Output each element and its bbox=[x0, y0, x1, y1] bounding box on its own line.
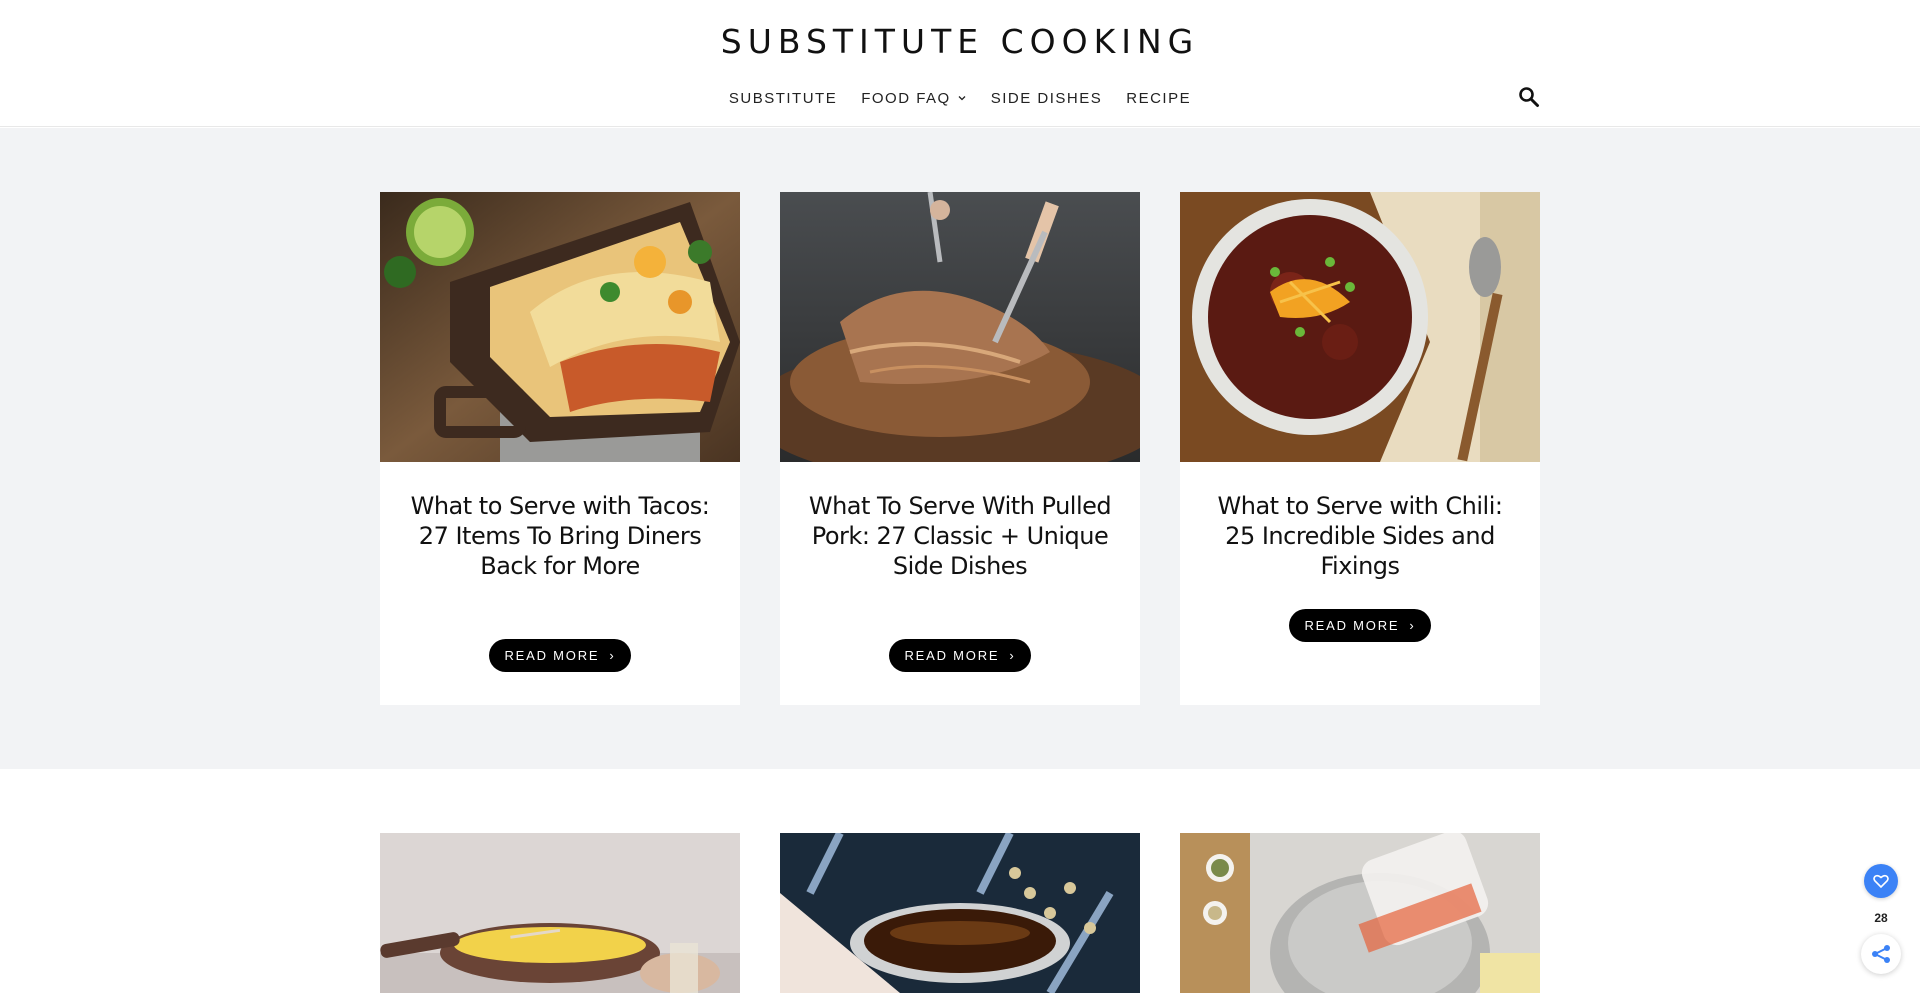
post-thumbnail-fondue[interactable] bbox=[380, 833, 740, 993]
read-more-button[interactable]: READ MORE › bbox=[489, 639, 631, 672]
share-icon bbox=[1872, 945, 1890, 963]
post-thumbnail-soy-sauce[interactable] bbox=[780, 833, 1140, 993]
nav-item-recipe[interactable]: RECIPE bbox=[1126, 88, 1191, 108]
pulled-pork-image bbox=[780, 192, 1140, 462]
nav-item-label: SUBSTITUTE bbox=[728, 89, 838, 107]
site-title[interactable]: SUBSTITUTE COOKING bbox=[0, 22, 1920, 61]
nav-item-label: SIDE DISHES bbox=[990, 89, 1103, 107]
fondue-image bbox=[380, 833, 740, 993]
share-button[interactable] bbox=[1861, 934, 1901, 974]
heart-icon bbox=[1873, 874, 1889, 889]
nav-item-food-faq[interactable]: FOOD FAQ bbox=[861, 88, 967, 108]
read-more-label: READ MORE bbox=[1304, 618, 1400, 633]
share-count: 28 bbox=[1874, 911, 1888, 925]
post-card: What to Serve with Tacos: 27 Items To Br… bbox=[380, 192, 740, 705]
chevron-right-icon: › bbox=[1409, 618, 1416, 633]
chevron-down-icon bbox=[958, 96, 966, 101]
soy-sauce-image bbox=[780, 833, 1140, 993]
post-title[interactable]: What To Serve With Pulled Pork: 27 Class… bbox=[800, 491, 1120, 581]
site-header: SUBSTITUTE COOKING SUBSTITUTE FOOD FAQ S… bbox=[0, 0, 1920, 127]
search-icon[interactable] bbox=[1518, 86, 1540, 108]
chili-image bbox=[1180, 192, 1540, 462]
post-thumbnail-pulled-pork[interactable] bbox=[780, 192, 1140, 462]
main-nav: SUBSTITUTE FOOD FAQ SIDE DISHES RECIPE bbox=[0, 88, 1920, 108]
post-thumbnail-chili[interactable] bbox=[1180, 192, 1540, 462]
post-card: What to Serve with Chili: 25 Incredible … bbox=[1180, 192, 1540, 705]
chevron-right-icon: › bbox=[1009, 648, 1016, 663]
read-more-button[interactable]: READ MORE › bbox=[1289, 609, 1431, 642]
nav-item-label: RECIPE bbox=[1126, 89, 1192, 107]
chevron-right-icon: › bbox=[609, 648, 616, 663]
nav-item-side-dishes[interactable]: SIDE DISHES bbox=[991, 88, 1103, 108]
post-thumbnail-tacos[interactable] bbox=[380, 192, 740, 462]
post-title[interactable]: What to Serve with Tacos: 27 Items To Br… bbox=[400, 491, 720, 581]
read-more-button[interactable]: READ MORE › bbox=[889, 639, 1031, 672]
read-more-label: READ MORE bbox=[504, 648, 600, 663]
tacos-image bbox=[380, 192, 740, 462]
nav-item-substitute[interactable]: SUBSTITUTE bbox=[729, 88, 837, 108]
read-more-label: READ MORE bbox=[904, 648, 1000, 663]
nav-item-label: FOOD FAQ bbox=[861, 89, 951, 107]
flour-image bbox=[1180, 833, 1540, 993]
post-thumbnail-flour[interactable] bbox=[1180, 833, 1540, 993]
post-card: What To Serve With Pulled Pork: 27 Class… bbox=[780, 192, 1140, 705]
post-title[interactable]: What to Serve with Chili: 25 Incredible … bbox=[1200, 491, 1520, 581]
favorite-button[interactable] bbox=[1864, 864, 1898, 898]
